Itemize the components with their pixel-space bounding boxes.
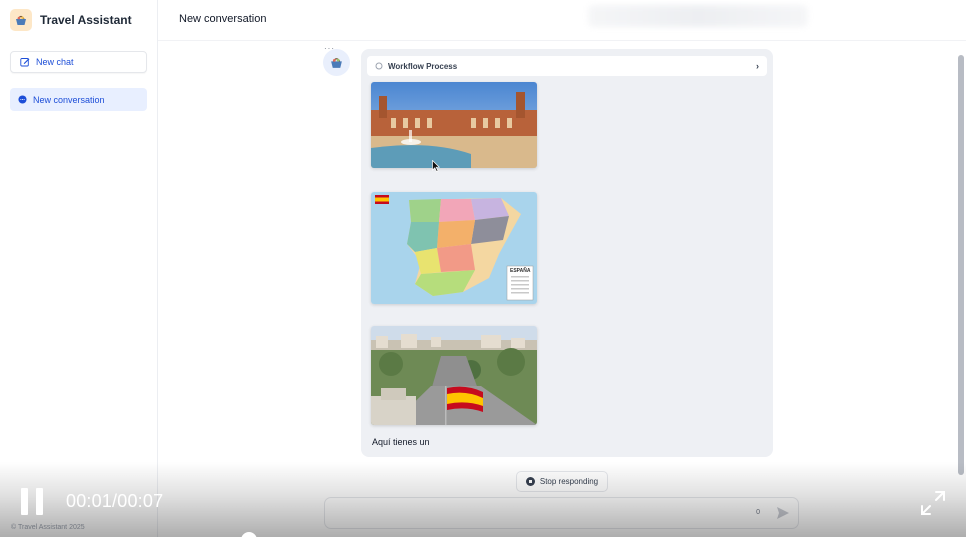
fullscreen-icon[interactable] bbox=[919, 489, 947, 517]
chevron-right-icon: › bbox=[756, 61, 759, 71]
brand: Travel Assistant bbox=[10, 9, 132, 31]
char-count: 0 bbox=[756, 509, 760, 516]
stop-responding-label: Stop responding bbox=[539, 477, 599, 486]
app-root: Travel Assistant New chat New conversati… bbox=[0, 0, 966, 537]
scrollbar[interactable] bbox=[958, 55, 964, 475]
stop-responding-button[interactable]: Stop responding bbox=[516, 471, 608, 492]
assistant-message-bubble: Workflow Process › ESPAÑA Aquí tienes un bbox=[361, 49, 773, 457]
spinner-icon bbox=[375, 62, 383, 70]
stop-icon bbox=[525, 477, 535, 486]
page-title: New conversation bbox=[179, 13, 267, 25]
new-chat-label: New chat bbox=[36, 57, 74, 67]
send-icon[interactable] bbox=[776, 506, 790, 520]
pause-button[interactable] bbox=[20, 488, 44, 516]
sidebar: Travel Assistant New chat New conversati… bbox=[0, 0, 158, 537]
plaza-de-espana-image[interactable] bbox=[371, 82, 537, 168]
edit-icon bbox=[20, 58, 30, 67]
assistant-message-text: Aquí tienes un bbox=[372, 437, 430, 447]
madrid-cityscape-image[interactable] bbox=[371, 326, 537, 425]
video-time: 00:01/00:07 bbox=[66, 491, 164, 511]
assistant-avatar bbox=[323, 49, 350, 76]
basket-avatar-icon bbox=[331, 58, 342, 68]
header-blurred-region bbox=[588, 5, 808, 27]
workflow-label: Workflow Process bbox=[388, 61, 458, 71]
conversation-item[interactable]: New conversation bbox=[10, 88, 147, 111]
chat-bubble-icon bbox=[18, 95, 27, 104]
video-scrubber-handle[interactable] bbox=[241, 532, 257, 537]
basket-logo-icon bbox=[10, 9, 32, 31]
map-legend-title: ESPAÑA bbox=[510, 268, 531, 274]
chat-header: New conversation bbox=[158, 0, 966, 41]
spain-map-image[interactable]: ESPAÑA bbox=[371, 192, 537, 304]
copyright-text: © Travel Assistant 2025 bbox=[11, 524, 85, 531]
app-title: Travel Assistant bbox=[40, 13, 132, 27]
mouse-cursor-icon bbox=[432, 160, 440, 172]
message-input[interactable]: 0 bbox=[324, 497, 799, 529]
new-chat-button[interactable]: New chat bbox=[10, 51, 147, 73]
workflow-process-toggle[interactable]: Workflow Process › bbox=[367, 56, 767, 76]
conversation-label: New conversation bbox=[33, 94, 105, 105]
